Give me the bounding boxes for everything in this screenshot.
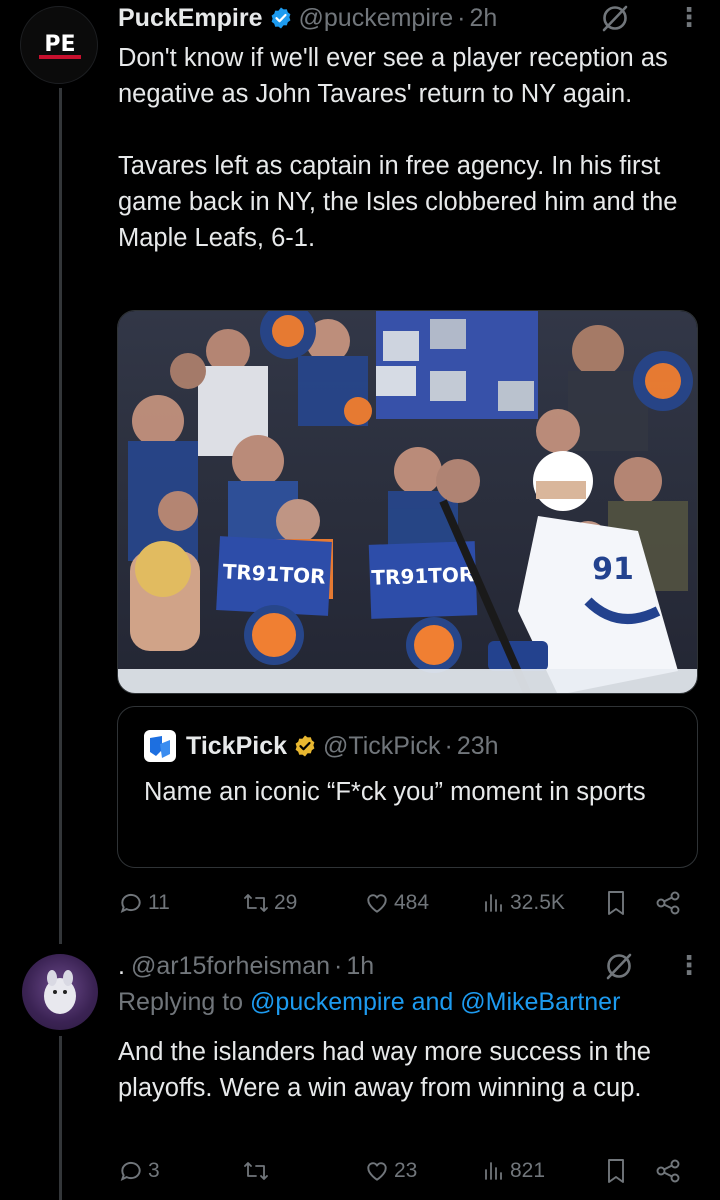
views-button[interactable]: 821 xyxy=(482,1156,545,1186)
ar15forheisman-avatar[interactable] xyxy=(22,954,98,1030)
quoted-tweet[interactable]: TickPick @TickPick · 23h Name an iconic … xyxy=(117,706,698,868)
repost-button[interactable]: 29 xyxy=(242,888,297,918)
separator-dot: · xyxy=(457,3,466,32)
reply-count: 11 xyxy=(148,891,170,914)
thread-line-bottom xyxy=(59,1036,62,1200)
crowd-photo: TR91TOR TR91TOR 91 xyxy=(118,311,697,693)
share-icon xyxy=(656,1159,680,1183)
reply-name-prefix[interactable]: . xyxy=(118,952,125,981)
quoted-author-handle[interactable]: @TickPick xyxy=(323,732,441,761)
reply-header: . @ar15forheisman · 1h xyxy=(118,948,374,984)
thread-line-top xyxy=(59,88,62,944)
puckempire-avatar[interactable]: PE xyxy=(20,6,98,84)
heart-icon xyxy=(367,1162,387,1181)
quoted-author-name[interactable]: TickPick xyxy=(186,732,287,761)
reply-time[interactable]: 1h xyxy=(346,952,374,981)
avatar-image xyxy=(44,970,76,1014)
share-button[interactable] xyxy=(654,888,682,918)
like-button[interactable]: 484 xyxy=(364,888,429,918)
reply-actions: 3 23 821 xyxy=(118,1156,700,1186)
grok-icon[interactable] xyxy=(600,3,630,33)
bookmark-icon xyxy=(608,891,624,915)
author-handle[interactable]: @puckempire xyxy=(299,4,454,33)
tweet-header: PuckEmpire @puckempire · 2h xyxy=(118,0,497,36)
reply-text: And the islanders had way more success i… xyxy=(118,1038,651,1102)
tweet-time[interactable]: 2h xyxy=(469,4,497,33)
mention-link[interactable]: @MikeBartner xyxy=(460,988,620,1016)
bookmark-button[interactable] xyxy=(604,1156,628,1186)
tickpick-logo-icon[interactable] xyxy=(144,730,176,762)
puckempire-logo-icon: PE xyxy=(39,32,81,59)
mention-link[interactable]: @puckempire xyxy=(250,988,405,1016)
views-chart-icon xyxy=(485,1162,502,1180)
views-button[interactable]: 32.5K xyxy=(482,888,565,918)
heart-icon xyxy=(367,894,387,913)
separator-dot: · xyxy=(334,951,343,980)
repost-button[interactable] xyxy=(242,1156,274,1186)
repost-icon xyxy=(244,1162,268,1180)
quoted-tweet-text: Name an iconic “F*ck you” moment in spor… xyxy=(144,778,646,806)
view-count: 32.5K xyxy=(510,891,565,914)
like-count: 484 xyxy=(394,891,430,914)
more-options-icon[interactable]: ⋮ xyxy=(676,952,702,978)
reply-count: 3 xyxy=(148,1159,160,1182)
reply-icon xyxy=(120,893,141,913)
bookmark-icon xyxy=(608,1159,624,1183)
reply-icon xyxy=(120,1161,141,1181)
separator-dot: · xyxy=(444,731,453,760)
replying-to-label: Replying to xyxy=(118,988,244,1016)
tweet-actions: 11 29 484 32.5K xyxy=(118,888,700,918)
repost-icon xyxy=(244,894,268,912)
quoted-tweet-header: TickPick @TickPick · 23h xyxy=(144,729,499,763)
svg-text:PE: PE xyxy=(44,32,75,57)
tweet-photo[interactable]: TR91TOR TR91TOR 91 xyxy=(117,310,698,694)
replying-to-and: and xyxy=(411,988,454,1016)
repost-count: 29 xyxy=(274,891,298,914)
share-button[interactable] xyxy=(654,1156,682,1186)
tweet-text: Don't know if we'll ever see a player re… xyxy=(118,44,678,252)
verified-badge-icon xyxy=(269,6,293,30)
quoted-tweet-time[interactable]: 23h xyxy=(457,732,499,761)
views-chart-icon xyxy=(485,894,502,912)
author-name[interactable]: PuckEmpire xyxy=(118,4,263,33)
reply-button[interactable]: 3 xyxy=(118,1156,160,1186)
grok-icon[interactable] xyxy=(604,951,634,981)
like-button[interactable]: 23 xyxy=(364,1156,417,1186)
replying-to: Replying to @puckempire and @MikeBartner xyxy=(118,988,620,1017)
more-options-icon[interactable]: ⋮ xyxy=(676,4,702,30)
gold-verified-badge-icon xyxy=(293,734,317,758)
reply-button[interactable]: 11 xyxy=(118,888,170,918)
like-count: 23 xyxy=(394,1159,418,1182)
view-count: 821 xyxy=(510,1159,546,1182)
reply-author-handle[interactable]: @ar15forheisman xyxy=(131,952,330,981)
share-icon xyxy=(656,891,680,915)
bookmark-button[interactable] xyxy=(604,888,628,918)
